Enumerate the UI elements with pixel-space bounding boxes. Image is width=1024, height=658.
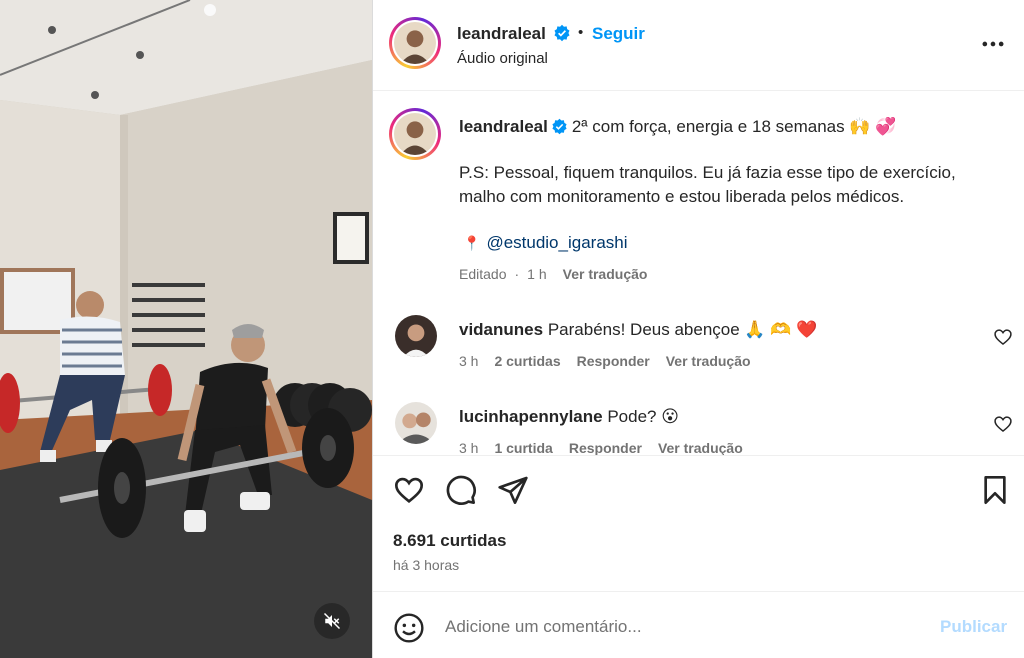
verified-badge-icon	[552, 118, 567, 135]
post-panel: leandraleal • Seguir Áudio original lean…	[373, 0, 1024, 658]
heart-icon[interactable]	[393, 474, 425, 506]
comment-likes-link[interactable]: 2 curtidas	[494, 353, 560, 369]
heart-icon[interactable]	[993, 414, 1013, 434]
post-video[interactable]	[0, 0, 372, 658]
share-icon[interactable]	[497, 474, 529, 506]
publish-button[interactable]: Publicar	[940, 617, 1007, 637]
comment-username[interactable]: vidanunes	[459, 320, 543, 339]
reply-button[interactable]: Responder	[569, 440, 642, 455]
commenter-avatar[interactable]	[395, 402, 437, 444]
post-header: leandraleal • Seguir Áudio original	[373, 0, 1024, 91]
header-separator: •	[578, 24, 584, 41]
comment-likes-link[interactable]: 1 curtida	[494, 440, 552, 455]
caption-author-avatar[interactable]	[389, 108, 441, 160]
heart-icon[interactable]	[993, 327, 1013, 347]
comments-list[interactable]: vidanunes Parabéns! Deus abençoe 🙏 🫶 ❤️ …	[373, 300, 1024, 455]
comment-meta: 3 h 1 curtida Responder Ver tradução	[459, 440, 743, 455]
verified-badge-icon	[554, 24, 570, 42]
comment-time: 3 h	[459, 353, 479, 369]
comment-input[interactable]	[445, 612, 925, 642]
mute-button[interactable]	[314, 603, 350, 639]
comment-composer: Publicar	[373, 591, 1024, 658]
comment-meta: 3 h 2 curtidas Responder Ver tradução	[459, 353, 751, 369]
caption-time: 1 h	[527, 266, 547, 282]
edited-label: Editado	[459, 266, 507, 282]
follow-button[interactable]: Seguir	[592, 24, 645, 44]
caption-meta: Editado · 1 h Ver tradução	[459, 266, 647, 282]
more-options-icon[interactable]	[979, 30, 1007, 58]
speaker-muted-icon	[323, 612, 341, 630]
comment-text: Parabéns! Deus abençoe 🙏 🫶 ❤️	[547, 320, 818, 339]
comment-translate-link[interactable]: Ver tradução	[666, 353, 751, 369]
emoji-icon[interactable]	[393, 612, 425, 644]
post-time: há 3 horas	[393, 557, 460, 573]
reply-button[interactable]: Responder	[577, 353, 650, 369]
likes-count[interactable]: 8.691 curtidas	[393, 531, 506, 551]
comment-translate-link[interactable]: Ver tradução	[658, 440, 743, 455]
comment-text: Pode? 😮	[607, 407, 679, 426]
post-actions: 8.691 curtidas há 3 horas	[373, 455, 1024, 590]
location-tag[interactable]: 📍 @estudio_igarashi	[463, 233, 628, 253]
author-avatar[interactable]	[389, 17, 441, 69]
original-audio-link[interactable]: Áudio original	[457, 50, 548, 67]
video-frame	[0, 0, 372, 658]
caption-ps: P.S: Pessoal, fiquem tranquilos. Eu já f…	[459, 163, 956, 206]
bookmark-icon[interactable]	[979, 474, 1011, 506]
meta-dot: ·	[514, 266, 520, 282]
caption-username[interactable]: leandraleal	[459, 117, 548, 136]
comment-username[interactable]: lucinhapennylane	[459, 407, 603, 426]
author-photo	[394, 22, 436, 64]
comment-body: lucinhapennylane Pode? 😮	[459, 407, 679, 427]
caption-line: leandraleal 2ª com força, energia e 18 s…	[459, 115, 999, 139]
comment-body: vidanunes Parabéns! Deus abençoe 🙏 🫶 ❤️	[459, 320, 817, 340]
location-pin-icon: 📍	[463, 234, 481, 251]
caption-text: 2ª com força, energia e 18 semanas 🙌 💞	[571, 117, 897, 136]
comment-icon[interactable]	[445, 474, 477, 506]
caption-author-photo	[394, 113, 436, 155]
commenter-avatar[interactable]	[395, 315, 437, 357]
caption-translate-link[interactable]: Ver tradução	[563, 266, 648, 282]
location-handle: @estudio_igarashi	[486, 233, 628, 252]
author-username[interactable]: leandraleal	[457, 24, 546, 44]
comment-time: 3 h	[459, 440, 479, 455]
